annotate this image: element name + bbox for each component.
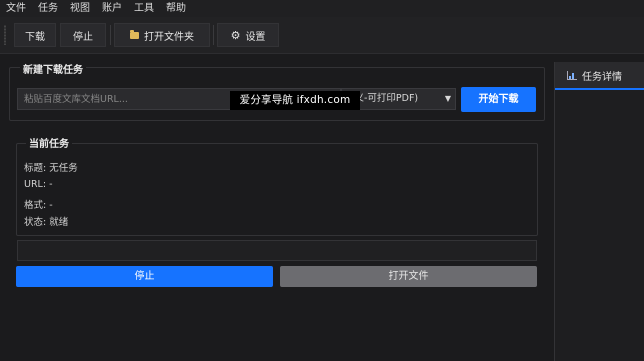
menu-file[interactable]: 文件 (0, 0, 32, 17)
menu-account[interactable]: 账户 (96, 0, 128, 17)
task-details-dock: 任务详情 (554, 62, 644, 361)
stop-toolbar-label: 停止 (73, 31, 93, 43)
menu-tools[interactable]: 工具 (128, 0, 160, 17)
download-button[interactable]: 下载 (14, 23, 56, 47)
download-button-label: 下载 (25, 31, 45, 43)
open-folder-label: 打开文件夹 (144, 31, 194, 43)
task-url-line: URL: - (24, 179, 53, 190)
menu-task[interactable]: 任务 (32, 0, 64, 17)
settings-button[interactable]: ⚙ 设置 (217, 23, 279, 47)
task-format-line: 格式: - (24, 200, 53, 211)
app-window: 文件 任务 视图 账户 工具 帮助 下载 停止 打开文件夹 ⚙ 设置 新建下载任… (0, 0, 644, 361)
progress-bar (17, 240, 537, 261)
toolbar: 下载 停止 打开文件夹 ⚙ 设置 (0, 17, 644, 54)
chevron-down-icon: ▼ (444, 94, 451, 103)
start-download-button[interactable]: 开始下载 (461, 87, 536, 112)
tab-task-details-label: 任务详情 (582, 71, 622, 83)
task-title-line: 标题: 无任务 (24, 163, 78, 174)
open-folder-button[interactable]: 打开文件夹 (114, 23, 210, 47)
chart-icon (567, 70, 577, 80)
menu-help[interactable]: 帮助 (160, 0, 192, 17)
toolbar-grip[interactable] (4, 25, 6, 45)
new-task-title: 新建下载任务 (20, 61, 86, 76)
toolbar-separator (213, 25, 214, 45)
settings-label: 设置 (245, 31, 266, 43)
stop-button[interactable]: 停止 (16, 266, 273, 287)
menu-bar: 文件 任务 视图 账户 工具 帮助 (0, 0, 644, 17)
task-status-line: 状态: 就绪 (24, 217, 69, 228)
watermark: 爱分享导航 ifxdh.com (230, 91, 360, 110)
menu-view[interactable]: 视图 (64, 0, 96, 17)
gear-icon: ⚙ (230, 28, 241, 42)
toolbar-separator (110, 25, 111, 45)
folder-icon (130, 29, 139, 39)
tab-task-details[interactable]: 任务详情 (555, 62, 644, 90)
current-task-group (16, 143, 538, 236)
current-task-title: 当前任务 (26, 135, 72, 150)
stop-toolbar-button[interactable]: 停止 (60, 23, 106, 47)
open-file-button[interactable]: 打开文件 (280, 266, 537, 287)
